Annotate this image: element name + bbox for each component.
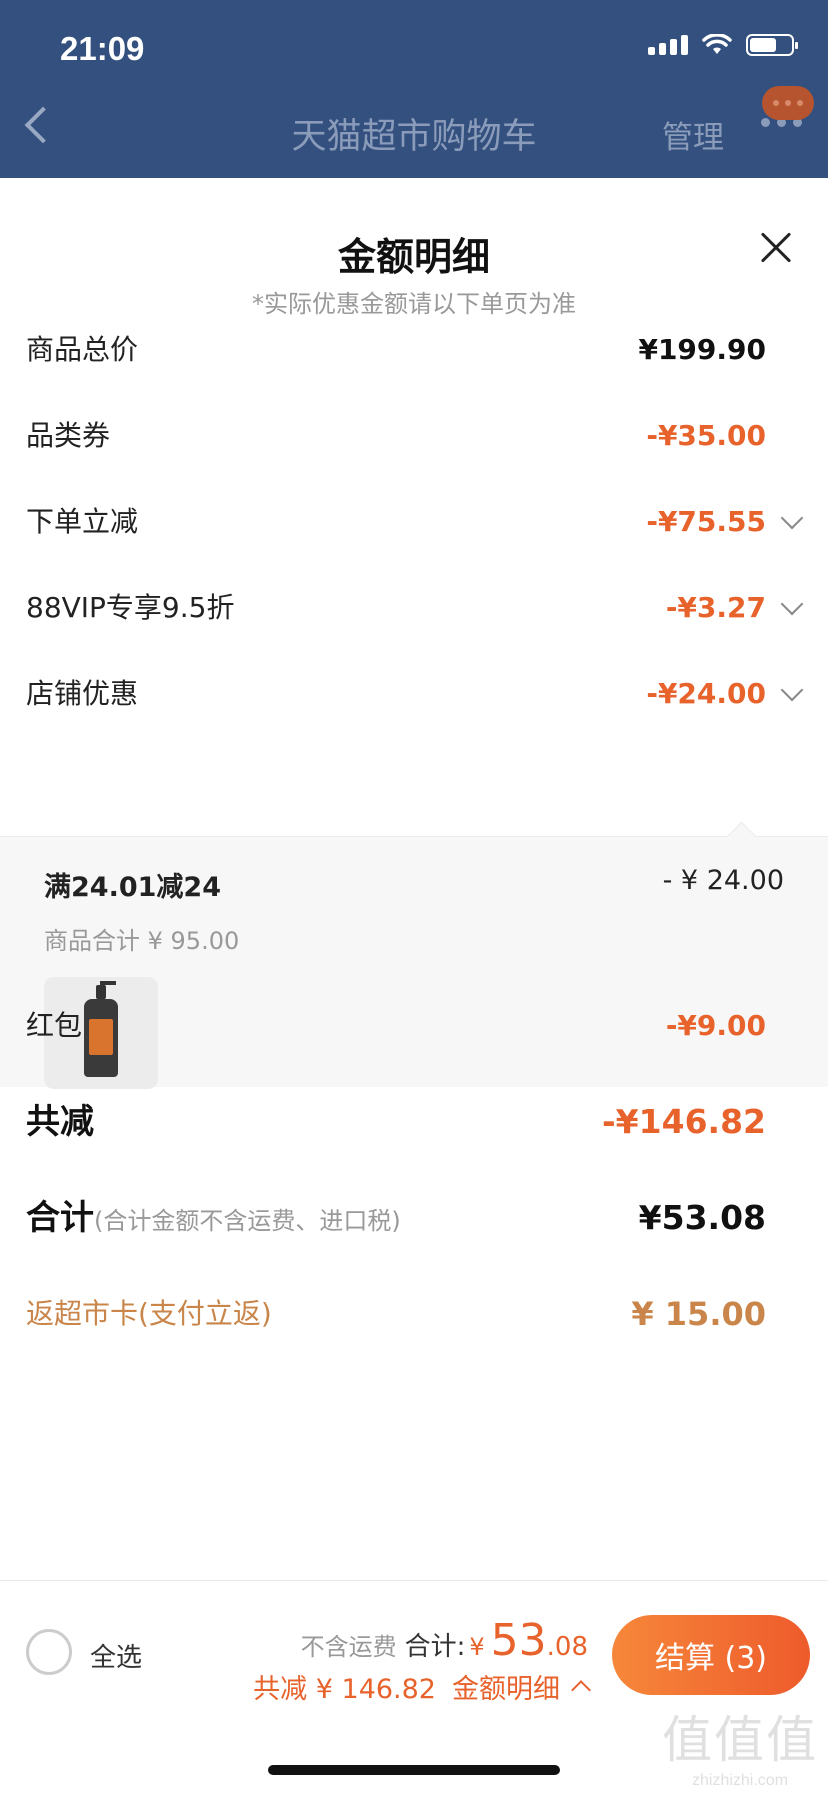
detail-caret — [726, 821, 757, 852]
total-integer: 53 — [490, 1615, 547, 1666]
row-label: 红包 — [26, 1009, 83, 1042]
chevron-down-icon[interactable] — [780, 678, 804, 702]
checkout-button[interactable]: 结算 (3) — [612, 1615, 810, 1695]
promo-amount: - ¥ 24.00 — [662, 865, 784, 896]
sheet-title: 金额明细 — [337, 235, 490, 279]
row-value: -¥146.82 — [601, 1102, 766, 1141]
message-bubble-icon[interactable] — [762, 86, 814, 120]
battery-icon — [746, 34, 798, 56]
status-time: 21:09 — [60, 30, 145, 67]
chevron-down-icon[interactable] — [780, 506, 804, 530]
saved-amount: 共减 ¥ 146.82 — [253, 1674, 436, 1705]
row-value: -¥75.55 — [646, 505, 766, 538]
row-label: 共减 — [26, 1102, 94, 1142]
row-label: 品类券 — [26, 419, 111, 452]
row-total-saved: 共减 -¥146.82 — [0, 1092, 828, 1152]
watermark-url: zhizhizhi.com — [691, 1772, 789, 1789]
row-value: -¥24.00 — [646, 677, 766, 710]
no-shipping-note: 不含运费 — [300, 1633, 397, 1661]
row-label: 88VIP专享9.5折 — [26, 591, 235, 624]
promo-title: 满24.01减24 — [44, 872, 221, 903]
sheet-subtitle: *实际优惠金额请以下单页为准 — [252, 290, 576, 318]
select-all-label[interactable]: 全选 — [90, 1637, 142, 1674]
row-label: 下单立减 — [26, 505, 139, 538]
row-red-packet: 红包 -¥9.00 — [0, 996, 828, 1056]
promo-subtotal: 商品合计 ¥ 95.00 — [44, 927, 240, 955]
row-label: 店铺优惠 — [26, 677, 139, 710]
saved-line[interactable]: 共减 ¥ 146.82 金额明细 — [253, 1667, 591, 1706]
row-label: 返超市卡(支付立返) — [26, 1297, 272, 1330]
watermark: 值值值 zhizhizhi.com — [662, 1700, 818, 1790]
select-all-radio[interactable] — [26, 1629, 72, 1675]
wifi-icon — [702, 34, 732, 54]
chevron-up-icon[interactable] — [571, 1679, 591, 1700]
sum-label: 合计 — [26, 1198, 94, 1238]
row-sum: 合计(合计金额不含运费、进口税) ¥53.08 — [0, 1188, 828, 1248]
total-label: 合计: — [404, 1632, 466, 1662]
app-header: 21:09 天猫超市购物车 管理 — [0, 0, 828, 178]
row-category-coupon: 品类券 -¥35.00 — [0, 406, 828, 466]
signal-icon — [648, 35, 688, 55]
row-vip-discount[interactable]: 88VIP专享9.5折 -¥3.27 — [0, 578, 828, 638]
status-icons — [648, 34, 798, 56]
row-value: ¥ 15.00 — [631, 1295, 766, 1333]
home-indicator[interactable] — [268, 1765, 560, 1775]
row-order-discount[interactable]: 下单立减 -¥75.55 — [0, 492, 828, 552]
row-store-discount[interactable]: 店铺优惠 -¥24.00 — [0, 664, 828, 724]
sum-note: (合计金额不含运费、进口税) — [94, 1207, 401, 1235]
amount-detail-link[interactable]: 金额明细 — [452, 1667, 560, 1706]
row-rebate: 返超市卡(支付立返) ¥ 15.00 — [0, 1284, 828, 1344]
total-line: 不含运费 合计: ¥ 53 .08 — [301, 1615, 588, 1666]
row-value: -¥3.27 — [665, 591, 766, 624]
row-total-price: 商品总价 ¥199.90 — [0, 320, 828, 380]
row-value: ¥53.08 — [638, 1198, 766, 1237]
total-decimal: .08 — [546, 1632, 588, 1662]
row-label: 商品总价 — [26, 333, 139, 366]
row-value: ¥199.90 — [638, 333, 766, 366]
row-label: 合计(合计金额不含运费、进口税) — [26, 1188, 401, 1251]
currency-symbol: ¥ — [469, 1633, 485, 1661]
close-icon[interactable] — [760, 232, 792, 264]
watermark-logo: 值值值 — [662, 1711, 818, 1769]
row-value: -¥35.00 — [646, 419, 766, 452]
row-value: -¥9.00 — [665, 1009, 766, 1042]
amount-detail-sheet: 金额明细 *实际优惠金额请以下单页为准 商品总价 ¥199.90 品类券 -¥3… — [0, 180, 828, 1792]
chevron-down-icon[interactable] — [780, 592, 804, 616]
manage-button[interactable]: 管理 — [662, 112, 724, 157]
